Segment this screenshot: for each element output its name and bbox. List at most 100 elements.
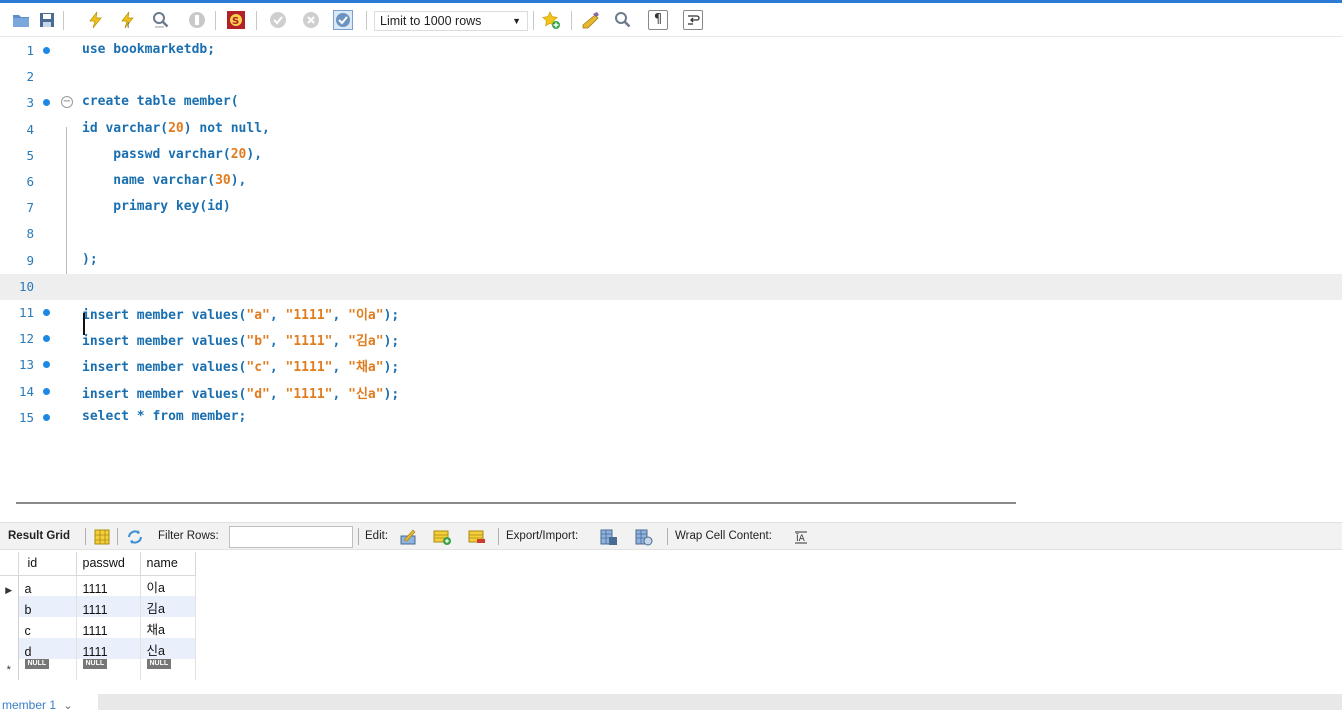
cell-name[interactable]: 채a	[140, 617, 196, 638]
add-row-icon[interactable]	[433, 528, 451, 546]
execute-icon[interactable]	[85, 10, 105, 30]
cell-id[interactable]: d	[18, 638, 77, 659]
line-number: 6	[26, 174, 34, 189]
svg-text:S: S	[232, 16, 239, 27]
table-row[interactable]: b 1111 김a	[0, 596, 196, 617]
cell-passwd[interactable]: 1111	[76, 638, 141, 659]
editor-line[interactable]: 3 − create table member(	[0, 90, 1342, 116]
code-text: passwd varchar(20),	[82, 147, 262, 162]
sql-editor[interactable]: 1 use bookmarketdb; 2 3 − create table member…	[0, 38, 1342, 468]
editor-line[interactable]: 13 insert member values("c", "1111", "채a"…	[0, 352, 1342, 378]
cell-id[interactable]: a	[18, 575, 77, 596]
column-header-name[interactable]: name	[140, 552, 196, 576]
cell-passwd[interactable]: 1111	[76, 617, 141, 638]
toolbar-separator	[256, 11, 257, 30]
grid-view-icon[interactable]	[93, 528, 111, 546]
cell-passwd-null[interactable]: NULL	[76, 659, 141, 680]
import-icon[interactable]	[635, 528, 653, 546]
stop-icon[interactable]	[187, 10, 207, 30]
result-tab-bar: member 1 ⌄	[0, 694, 1342, 710]
line-number: 15	[18, 409, 34, 425]
code-token: id varchar(	[82, 120, 169, 136]
result-grid[interactable]: id passwd name ▶ a 1111 이a b 1111 김a c 1…	[0, 552, 1342, 692]
cell-name-null[interactable]: NULL	[140, 659, 196, 680]
delete-row-icon[interactable]	[468, 528, 486, 546]
toolbar-separator	[366, 11, 367, 30]
toolbar-separator	[533, 11, 534, 30]
editor-line[interactable]: 7 primary key(id)	[0, 195, 1342, 221]
code-token: ,	[269, 386, 286, 402]
table-row[interactable]: ▶ a 1111 이a	[0, 575, 196, 596]
chevron-down-icon[interactable]: ⌄	[63, 700, 72, 710]
code-token: ),	[246, 146, 263, 162]
cell-id[interactable]: c	[18, 617, 77, 638]
code-token: "1111"	[285, 334, 333, 350]
cell-name[interactable]: 신a	[140, 638, 196, 659]
code-token: insert member values(	[82, 360, 247, 376]
editor-line[interactable]: 8	[0, 221, 1342, 247]
code-token: );	[82, 251, 98, 267]
fold-toggle-icon[interactable]: −	[61, 96, 73, 109]
editor-line[interactable]: 2	[0, 64, 1342, 90]
wrap-icon[interactable]	[683, 10, 703, 30]
toggle-continue-icon[interactable]: S	[226, 10, 246, 30]
editor-line[interactable]: 14 insert member values("d", "1111", "신a"…	[0, 379, 1342, 405]
table-row[interactable]: d 1111 신a	[0, 638, 196, 659]
statement-marker-icon	[43, 47, 50, 54]
code-token: "채a"	[348, 360, 384, 376]
editor-line[interactable]: 4 id varchar(20) not null,	[0, 117, 1342, 143]
statement-marker-icon	[43, 335, 50, 343]
editor-line[interactable]: 9);	[0, 248, 1342, 274]
filter-rows-input[interactable]	[229, 526, 353, 548]
explain-icon[interactable]	[151, 10, 171, 30]
line-number: 7	[26, 200, 34, 216]
find-icon[interactable]	[613, 10, 633, 30]
edit-row-icon[interactable]	[399, 528, 417, 546]
cell-passwd[interactable]: 1111	[76, 596, 141, 617]
row-marker	[0, 617, 19, 638]
header-row: id passwd name	[0, 552, 196, 576]
result-grid-label[interactable]: Result Grid	[8, 530, 70, 542]
cell-passwd[interactable]: 1111	[76, 575, 141, 596]
statement-marker-icon	[43, 413, 50, 421]
code-token: "1111"	[285, 360, 333, 376]
beautify-icon[interactable]	[581, 10, 601, 30]
export-icon[interactable]	[600, 528, 618, 546]
code-token: ,	[269, 308, 286, 323]
execute-line-icon[interactable]: I	[118, 10, 138, 30]
line-number: 4	[26, 121, 34, 137]
code-token: "d"	[246, 386, 270, 402]
rollback-icon[interactable]	[301, 10, 321, 30]
save-icon[interactable]	[37, 10, 57, 30]
code-token: use bookmarketdb;	[82, 42, 216, 57]
commit-icon[interactable]	[268, 10, 288, 30]
code-text: create table member(	[82, 94, 239, 109]
toolbar-separator	[498, 528, 499, 545]
cell-name[interactable]: 이a	[140, 575, 196, 596]
column-header-passwd[interactable]: passwd	[76, 552, 141, 576]
editor-line[interactable]: 11 insert member values("a", "1111", "이a"…	[0, 300, 1342, 326]
cell-id[interactable]: b	[18, 596, 77, 617]
new-row[interactable]: * NULL NULL NULL	[0, 659, 196, 680]
editor-line[interactable]: 12 insert member values("b", "1111", "김a"…	[0, 326, 1342, 352]
invisible-chars-icon[interactable]: ¶	[648, 10, 668, 30]
editor-line[interactable]: 1 use bookmarketdb;	[0, 38, 1342, 64]
open-folder-icon[interactable]	[11, 10, 31, 30]
panel-splitter[interactable]	[0, 470, 1342, 522]
wrap-cell-label: Wrap Cell Content:	[675, 530, 772, 542]
column-header-id[interactable]: id	[18, 552, 77, 576]
refresh-icon[interactable]	[126, 528, 144, 546]
editor-line[interactable]: 15 select * from member;	[0, 405, 1342, 431]
wrap-cell-icon[interactable]: ĪA	[793, 529, 809, 545]
cell-id-null[interactable]: NULL	[18, 659, 77, 680]
line-number: 14	[18, 383, 34, 399]
add-snippet-icon[interactable]	[541, 10, 561, 30]
result-tab-member-1[interactable]: member 1 ⌄	[0, 694, 98, 710]
limit-rows-select[interactable]: Limit to 1000 rows ▼	[374, 11, 528, 31]
editor-line[interactable]: 5 passwd varchar(20),	[0, 143, 1342, 169]
cell-name[interactable]: 김a	[140, 596, 196, 617]
autocommit-icon[interactable]	[333, 10, 353, 30]
editor-line[interactable]: 10	[0, 273, 1342, 300]
editor-line[interactable]: 6 name varchar(30),	[0, 169, 1342, 195]
table-row[interactable]: c 1111 채a	[0, 617, 196, 638]
